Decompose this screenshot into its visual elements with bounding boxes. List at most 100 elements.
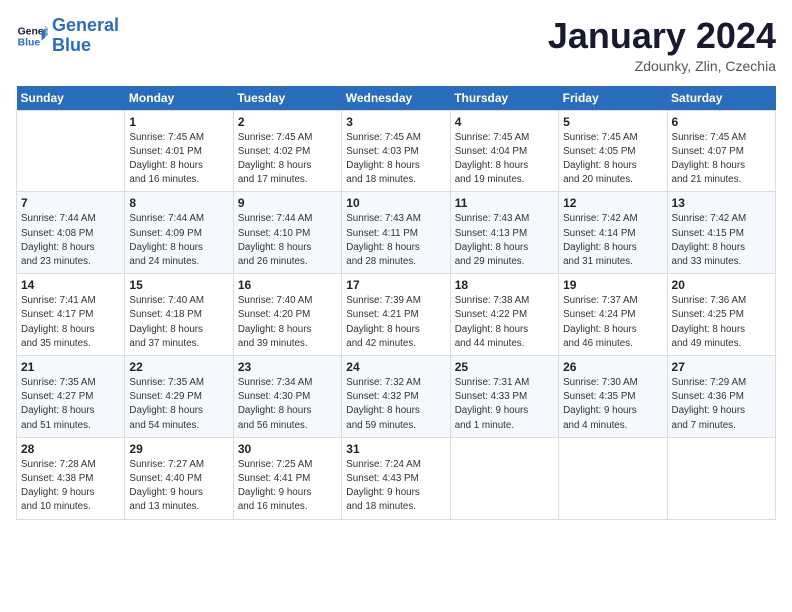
day-info: Sunrise: 7:45 AM Sunset: 4:03 PM Dayligh… <box>346 131 445 188</box>
title-block: January 2024 Zdounky, Zlin, Czechia <box>548 16 776 74</box>
day-cell: 29 Sunrise: 7:27 AM Sunset: 4:40 PM Dayli… <box>125 437 233 519</box>
day-info: Sunrise: 7:43 AM Sunset: 4:11 PM Dayligh… <box>346 212 445 269</box>
day-cell: 14Sunrise: 7:41 AM Sunset: 4:17 PM Dayli… <box>17 274 125 356</box>
day-cell <box>559 437 667 519</box>
day-cell <box>450 437 558 519</box>
day-number: 11 <box>455 196 554 210</box>
day-number: 5 <box>563 115 662 129</box>
logo-name: General Blue <box>52 16 119 56</box>
col-sunday: Sunday <box>17 86 125 111</box>
day-info: Sunrise: 7:44 AM Sunset: 4:08 PM Dayligh… <box>21 212 120 269</box>
day-info: Sunrise: 7:45 AM Sunset: 4:02 PM Dayligh… <box>238 131 337 188</box>
day-info: Sunrise: 7:38 AM Sunset: 4:22 PM Dayligh… <box>455 294 554 351</box>
day-info: Sunrise: 7:35 AM Sunset: 4:27 PM Dayligh… <box>21 376 120 433</box>
col-monday: Monday <box>125 86 233 111</box>
day-info: Sunrise: 7:36 AM Sunset: 4:25 PM Dayligh… <box>672 294 771 351</box>
day-info: Sunrise: 7:45 AM Sunset: 4:01 PM Dayligh… <box>129 131 228 188</box>
day-cell <box>17 110 125 192</box>
week-row-3: 21 Sunrise: 7:35 AM Sunset: 4:27 PM Dayli… <box>17 356 776 438</box>
week-row-0: 1 Sunrise: 7:45 AM Sunset: 4:01 PM Daylig… <box>17 110 776 192</box>
location: Zdounky, Zlin, Czechia <box>548 58 776 74</box>
day-number: 27 <box>672 360 771 374</box>
day-number: 18 <box>455 278 554 292</box>
day-info: Sunrise: 7:27 AM Sunset: 4:40 PM Dayligh… <box>129 458 228 515</box>
day-info: Sunrise: 7:44 AM Sunset: 4:09 PM Dayligh… <box>129 212 228 269</box>
day-cell: 30 Sunrise: 7:25 AM Sunset: 4:41 PM Dayli… <box>233 437 341 519</box>
day-cell: 11 Sunrise: 7:43 AM Sunset: 4:13 PM Dayli… <box>450 192 558 274</box>
day-number: 13 <box>672 196 771 210</box>
day-cell: 28Sunrise: 7:28 AM Sunset: 4:38 PM Dayli… <box>17 437 125 519</box>
day-number: 22 <box>129 360 228 374</box>
day-number: 7 <box>21 196 120 210</box>
day-info: Sunrise: 7:45 AM Sunset: 4:07 PM Dayligh… <box>672 131 771 188</box>
day-number: 20 <box>672 278 771 292</box>
day-number: 17 <box>346 278 445 292</box>
day-number: 30 <box>238 442 337 456</box>
header-row: Sunday Monday Tuesday Wednesday Thursday… <box>17 86 776 111</box>
day-info: Sunrise: 7:45 AM Sunset: 4:05 PM Dayligh… <box>563 131 662 188</box>
day-cell: 2 Sunrise: 7:45 AM Sunset: 4:02 PM Daylig… <box>233 110 341 192</box>
day-cell: 23Sunrise: 7:34 AM Sunset: 4:30 PM Dayli… <box>233 356 341 438</box>
day-number: 9 <box>238 196 337 210</box>
calendar-table: Sunday Monday Tuesday Wednesday Thursday… <box>16 86 776 520</box>
week-row-4: 28Sunrise: 7:28 AM Sunset: 4:38 PM Dayli… <box>17 437 776 519</box>
logo-line2: Blue <box>52 35 91 55</box>
day-cell: 7 Sunrise: 7:44 AM Sunset: 4:08 PM Daylig… <box>17 192 125 274</box>
day-cell: 19Sunrise: 7:37 AM Sunset: 4:24 PM Dayli… <box>559 274 667 356</box>
day-cell: 18 Sunrise: 7:38 AM Sunset: 4:22 PM Dayli… <box>450 274 558 356</box>
day-cell: 16Sunrise: 7:40 AM Sunset: 4:20 PM Dayli… <box>233 274 341 356</box>
day-info: Sunrise: 7:45 AM Sunset: 4:04 PM Dayligh… <box>455 131 554 188</box>
svg-text:Blue: Blue <box>18 37 41 48</box>
day-info: Sunrise: 7:42 AM Sunset: 4:15 PM Dayligh… <box>672 212 771 269</box>
day-cell <box>667 437 775 519</box>
day-number: 15 <box>129 278 228 292</box>
day-info: Sunrise: 7:30 AM Sunset: 4:35 PM Dayligh… <box>563 376 662 433</box>
logo-line1: General <box>52 15 119 35</box>
day-info: Sunrise: 7:32 AM Sunset: 4:32 PM Dayligh… <box>346 376 445 433</box>
day-number: 6 <box>672 115 771 129</box>
day-info: Sunrise: 7:25 AM Sunset: 4:41 PM Dayligh… <box>238 458 337 515</box>
header: General Blue General Blue January 2024 Z… <box>16 16 776 74</box>
month-title: January 2024 <box>548 16 776 56</box>
day-number: 23 <box>238 360 337 374</box>
day-cell: 13 Sunrise: 7:42 AM Sunset: 4:15 PM Dayli… <box>667 192 775 274</box>
day-info: Sunrise: 7:40 AM Sunset: 4:18 PM Dayligh… <box>129 294 228 351</box>
day-info: Sunrise: 7:43 AM Sunset: 4:13 PM Dayligh… <box>455 212 554 269</box>
week-row-2: 14Sunrise: 7:41 AM Sunset: 4:17 PM Dayli… <box>17 274 776 356</box>
day-number: 21 <box>21 360 120 374</box>
col-thursday: Thursday <box>450 86 558 111</box>
day-info: Sunrise: 7:24 AM Sunset: 4:43 PM Dayligh… <box>346 458 445 515</box>
day-cell: 25Sunrise: 7:31 AM Sunset: 4:33 PM Dayli… <box>450 356 558 438</box>
day-info: Sunrise: 7:39 AM Sunset: 4:21 PM Dayligh… <box>346 294 445 351</box>
day-number: 8 <box>129 196 228 210</box>
day-cell: 26 Sunrise: 7:30 AM Sunset: 4:35 PM Dayli… <box>559 356 667 438</box>
day-number: 1 <box>129 115 228 129</box>
day-number: 4 <box>455 115 554 129</box>
day-number: 12 <box>563 196 662 210</box>
day-number: 3 <box>346 115 445 129</box>
day-number: 29 <box>129 442 228 456</box>
day-number: 26 <box>563 360 662 374</box>
day-number: 31 <box>346 442 445 456</box>
day-cell: 12 Sunrise: 7:42 AM Sunset: 4:14 PM Dayli… <box>559 192 667 274</box>
day-cell: 24 Sunrise: 7:32 AM Sunset: 4:32 PM Dayli… <box>342 356 450 438</box>
day-cell: 22Sunrise: 7:35 AM Sunset: 4:29 PM Dayli… <box>125 356 233 438</box>
day-info: Sunrise: 7:44 AM Sunset: 4:10 PM Dayligh… <box>238 212 337 269</box>
day-number: 24 <box>346 360 445 374</box>
day-cell: 20 Sunrise: 7:36 AM Sunset: 4:25 PM Dayli… <box>667 274 775 356</box>
day-info: Sunrise: 7:42 AM Sunset: 4:14 PM Dayligh… <box>563 212 662 269</box>
day-number: 14 <box>21 278 120 292</box>
col-friday: Friday <box>559 86 667 111</box>
day-number: 2 <box>238 115 337 129</box>
page-container: General Blue General Blue January 2024 Z… <box>0 0 792 528</box>
day-cell: 6 Sunrise: 7:45 AM Sunset: 4:07 PM Daylig… <box>667 110 775 192</box>
day-cell: 21 Sunrise: 7:35 AM Sunset: 4:27 PM Dayli… <box>17 356 125 438</box>
col-wednesday: Wednesday <box>342 86 450 111</box>
day-cell: 8 Sunrise: 7:44 AM Sunset: 4:09 PM Daylig… <box>125 192 233 274</box>
week-row-1: 7 Sunrise: 7:44 AM Sunset: 4:08 PM Daylig… <box>17 192 776 274</box>
day-info: Sunrise: 7:40 AM Sunset: 4:20 PM Dayligh… <box>238 294 337 351</box>
calendar-body: 1 Sunrise: 7:45 AM Sunset: 4:01 PM Daylig… <box>17 110 776 519</box>
day-info: Sunrise: 7:31 AM Sunset: 4:33 PM Dayligh… <box>455 376 554 433</box>
logo: General Blue General Blue <box>16 16 119 56</box>
day-info: Sunrise: 7:37 AM Sunset: 4:24 PM Dayligh… <box>563 294 662 351</box>
